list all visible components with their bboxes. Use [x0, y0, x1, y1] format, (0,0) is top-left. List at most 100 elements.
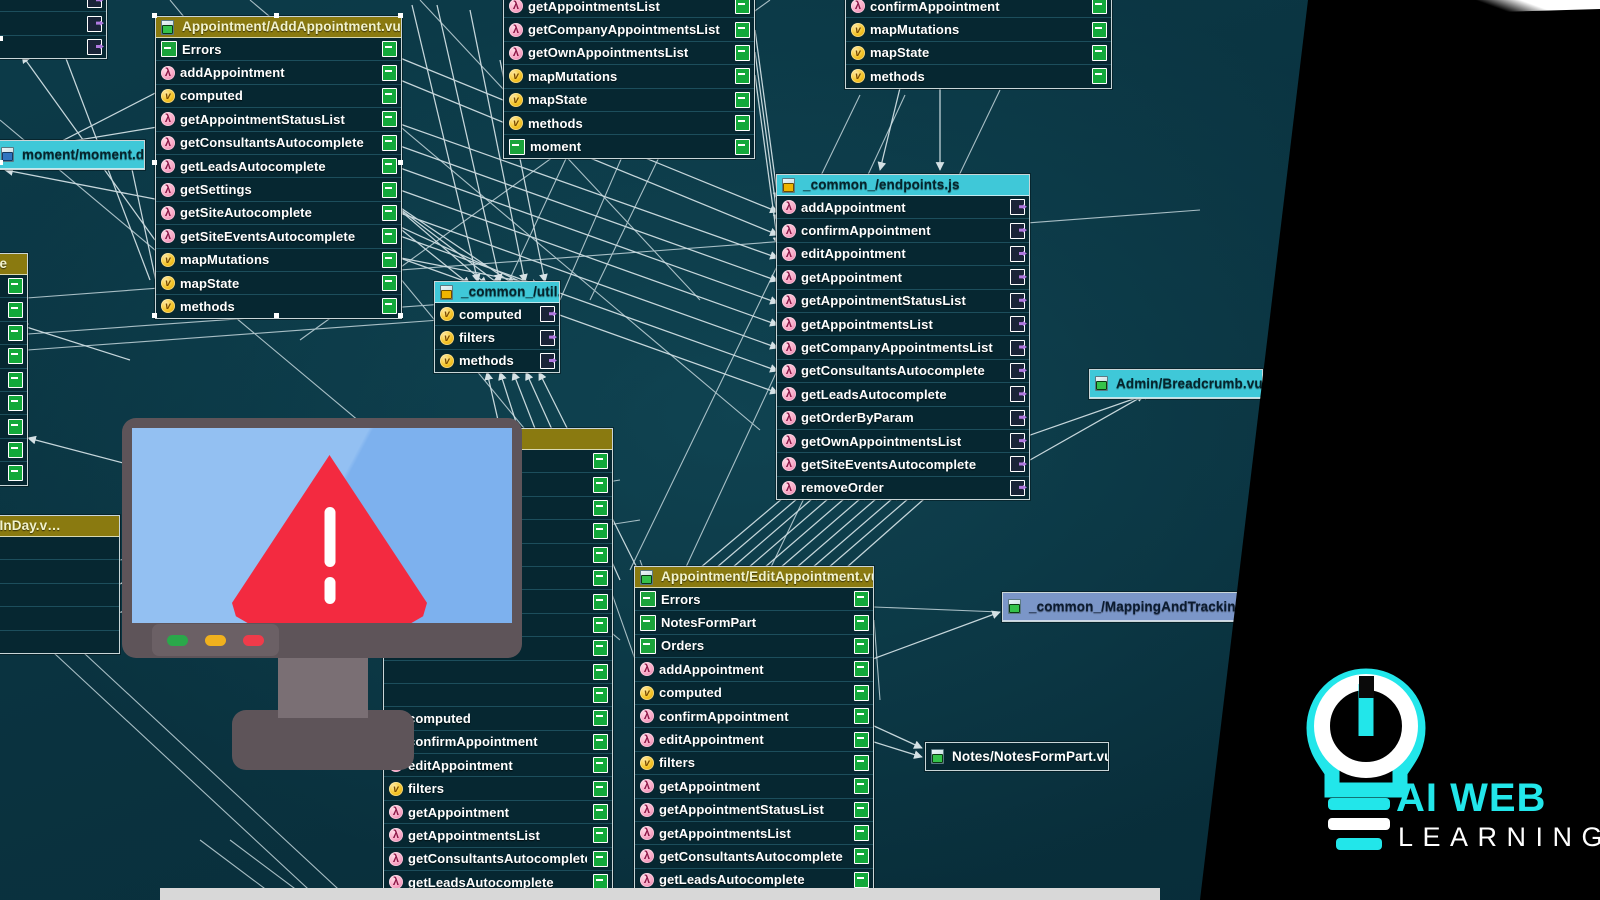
node-member-row[interactable]: confirmAppointment — [635, 703, 873, 727]
selection-handle[interactable] — [0, 160, 3, 165]
node-title-bar[interactable]: Appointment/AddAppointment.vue — [156, 17, 401, 38]
selection-handle[interactable] — [152, 313, 157, 318]
node-member-row[interactable]: getConsultantsAutocomplete — [384, 846, 612, 870]
node-member-row[interactable]: getOrderByParam — [777, 405, 1029, 429]
node-member-row[interactable]: getAppointmentsList — [504, 0, 754, 17]
node-member-row[interactable]: getLeadsAutocomplete — [156, 153, 401, 177]
node-member-row[interactable]: getSiteEventsAutocomplete — [156, 224, 401, 247]
node-member-row[interactable]: getAppointment — [777, 265, 1029, 288]
node-title-bar[interactable]: …AppointmentsInDay.v… — [0, 516, 119, 537]
selection-handle[interactable] — [398, 13, 403, 18]
node-member-row[interactable]: moment — [504, 134, 754, 157]
node-member-row[interactable] — [0, 414, 27, 437]
graph-node[interactable]: Appointment/EditAppointment.vue Errors Not… — [634, 566, 874, 893]
graph-node[interactable]: getAppointmentsList getCompanyAppointment… — [503, 0, 755, 159]
node-member-row[interactable]: confirmAppointment — [846, 0, 1111, 17]
node-member-row[interactable]: getSiteAutocomplete — [156, 200, 401, 224]
node-member-row[interactable]: getCompanyAppointmentsList — [504, 17, 754, 40]
node-member-row[interactable]: getConsultantsAutocomplete — [635, 844, 873, 867]
node-member-row[interactable]: Orders — [635, 633, 873, 657]
node-member-row[interactable]: methods — [846, 64, 1111, 87]
node-member-row[interactable] — [0, 34, 106, 58]
node-member-row[interactable]: filters — [435, 325, 559, 348]
node-member-row[interactable]: getAppointmentStatusList — [777, 288, 1029, 312]
node-member-row[interactable]: mapMutations — [846, 17, 1111, 40]
node-member-row[interactable] — [0, 344, 27, 367]
node-member-row[interactable]: mapState — [504, 87, 754, 111]
node-member-row[interactable]: addAppointment — [156, 60, 401, 83]
node-member-row[interactable]: …antsInDay — [0, 11, 106, 34]
node-member-row[interactable]: methods — [504, 110, 754, 134]
node-member-row[interactable]: …ing — [0, 0, 106, 11]
node-member-row[interactable]: computed — [635, 680, 873, 704]
graph-leaf-node[interactable]: moment/moment.d.ts — [0, 140, 145, 170]
node-member-row[interactable]: getOwnAppointmentsList — [504, 40, 754, 64]
node-member-row[interactable]: mapState — [156, 270, 401, 294]
node-member-row[interactable]: addAppointment — [635, 657, 873, 680]
node-member-row[interactable]: getAppointmentStatusList — [635, 797, 873, 821]
node-member-row[interactable]: editAppointment — [635, 727, 873, 750]
node-member-row[interactable]: getAppointment — [635, 774, 873, 797]
node-member-row[interactable] — [0, 320, 27, 344]
node-member-row[interactable]: getSettings — [156, 177, 401, 200]
leaf-node-title-bar[interactable]: Notes/NotesFormPart.vue — [926, 743, 1108, 770]
node-title-bar[interactable]: …vue — [0, 254, 27, 275]
node-member-row[interactable]: getAppointmentsList — [635, 820, 873, 844]
node-member-row[interactable]: getLeadsAutocomplete — [777, 382, 1029, 405]
node-member-row[interactable]: …InDay — [0, 629, 119, 653]
node-member-row[interactable]: computed — [435, 303, 559, 325]
node-title-bar[interactable]: _common_/util.js — [435, 282, 559, 303]
node-member-row[interactable]: mapMutations — [504, 64, 754, 87]
node-member-row[interactable] — [0, 559, 119, 582]
graph-node[interactable]: …AppointmentsInDay.v… …oardInTime …InDay — [0, 515, 120, 654]
leaf-node-title-bar[interactable]: _common_/MappingAndTracking.v… — [1003, 593, 1255, 621]
graph-node[interactable]: …vue — [0, 253, 28, 486]
node-member-row[interactable] — [0, 606, 119, 629]
node-member-row[interactable]: getConsultantsAutocomplete — [156, 130, 401, 154]
node-member-row[interactable] — [0, 367, 27, 391]
selection-handle[interactable] — [152, 13, 157, 18]
node-title-bar[interactable]: _common_/endpoints.js — [777, 175, 1029, 196]
node-member-row[interactable]: removeOrder — [777, 475, 1029, 499]
node-member-row[interactable]: getAppointmentStatusList — [156, 107, 401, 130]
graph-leaf-node[interactable]: Notes/NotesFormPart.vue — [925, 742, 1109, 771]
node-member-row[interactable]: getAppointmentsList — [384, 823, 612, 846]
node-member-row[interactable]: Errors — [635, 588, 873, 610]
graph-node[interactable]: Appointment/AddAppointment.vue Errors addA… — [155, 16, 402, 319]
node-member-row[interactable]: getAppointmentsList — [777, 311, 1029, 335]
node-member-row[interactable]: mapState — [846, 40, 1111, 64]
selection-handle[interactable] — [274, 313, 279, 318]
node-member-row[interactable]: filters — [635, 750, 873, 774]
node-member-row[interactable]: getOwnAppointmentsList — [777, 428, 1029, 452]
graph-node[interactable]: _common_/endpoints.js addAppointment confi… — [776, 174, 1030, 501]
node-member-row[interactable] — [0, 390, 27, 414]
graph-node[interactable]: _common_/util.js computed filters methods — [434, 281, 560, 374]
node-member-row[interactable] — [0, 297, 27, 320]
graph-leaf-node[interactable]: _common_/MappingAndTracking.v… — [1002, 592, 1256, 622]
node-member-row[interactable] — [0, 582, 119, 606]
graph-leaf-node[interactable]: Admin/Breadcrumb.vue — [1089, 369, 1263, 399]
node-member-row[interactable]: getConsultantsAutocomplete — [777, 358, 1029, 382]
leaf-node-title-bar[interactable]: Admin/Breadcrumb.vue — [1090, 370, 1262, 398]
node-member-row[interactable]: computed — [156, 83, 401, 107]
node-member-row[interactable]: NotesFormPart — [635, 610, 873, 633]
node-member-row[interactable]: mapMutations — [156, 247, 401, 271]
selection-handle[interactable] — [152, 160, 157, 165]
node-member-row[interactable]: getSiteEventsAutocomplete — [777, 452, 1029, 475]
selection-handle[interactable] — [398, 160, 403, 165]
node-member-row[interactable]: addAppointment — [777, 196, 1029, 218]
node-member-row[interactable]: methods — [435, 348, 559, 372]
graph-node[interactable]: …ing …antsInDay — [0, 0, 107, 60]
node-member-row[interactable] — [0, 437, 27, 461]
node-member-row[interactable] — [0, 275, 27, 297]
selection-handle[interactable] — [398, 313, 403, 318]
node-member-row[interactable]: …oardInTime — [0, 537, 119, 559]
node-member-row[interactable] — [0, 461, 27, 484]
node-member-row[interactable]: getAppointment — [384, 799, 612, 823]
leaf-node-title-bar[interactable]: moment/moment.d.ts — [0, 141, 144, 169]
node-title-bar[interactable]: Appointment/EditAppointment.vue — [635, 567, 873, 588]
node-member-row[interactable]: editAppointment — [777, 241, 1029, 265]
node-member-row[interactable]: getCompanyAppointmentsList — [777, 335, 1029, 358]
node-member-row[interactable]: Errors — [156, 38, 401, 60]
diagram-canvas[interactable]: Appointment/AddAppointment.vue Errors addA… — [0, 0, 1600, 900]
